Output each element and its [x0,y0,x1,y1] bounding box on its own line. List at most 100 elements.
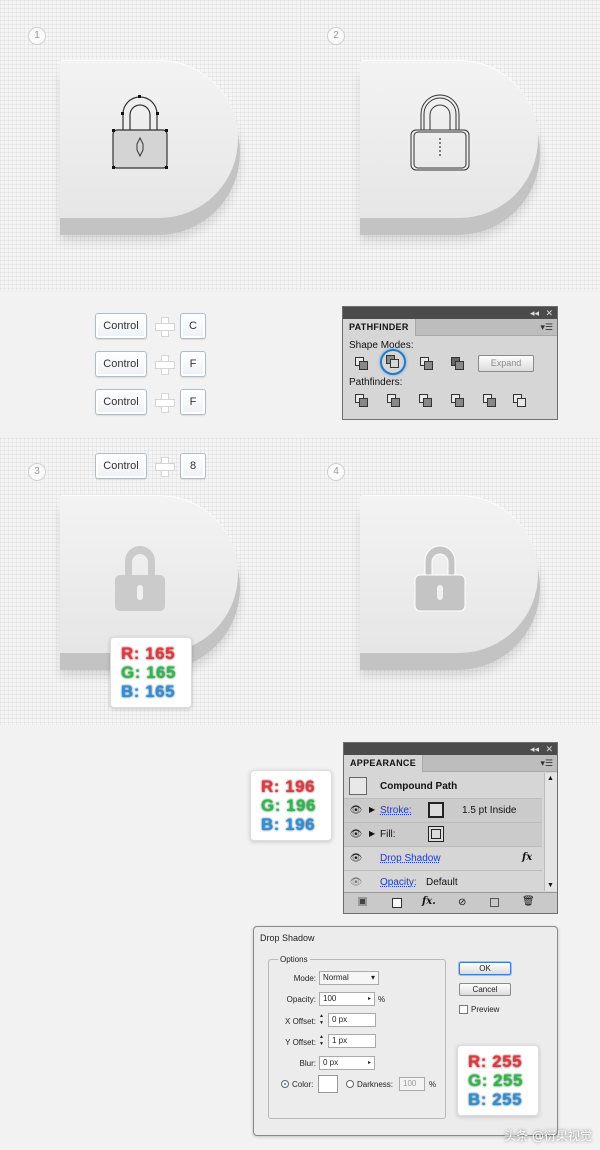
new-art-icon[interactable] [358,897,367,906]
intersect-icon[interactable] [420,357,434,371]
darkness-field[interactable]: 100 [399,1077,425,1091]
color-swatch-196: R: 196 G: 196 B: 196 [250,770,332,841]
opacity-label[interactable]: Opacity: [380,877,417,888]
object-thumbnail [349,777,367,795]
exclude-icon[interactable] [451,357,465,371]
disclosure-triangle-icon[interactable]: ▶ [369,829,375,838]
divider [300,0,301,290]
shortcut-f-key: F [180,389,206,415]
color-swatch-255: R: 255 G: 255 B: 255 [457,1045,539,1116]
close-icon[interactable]: ✕ [545,743,553,755]
ok-button[interactable]: OK [459,962,511,975]
y-offset-stepper[interactable]: ▲ ▼ [319,1034,327,1048]
drop-shadow-dialog: Drop Shadow Options Mode: Normal ▾ Opacit… [253,926,558,1136]
trash-icon[interactable]: 🗑 [522,896,535,907]
shortcut-control-key: Control [95,389,147,415]
merge-icon[interactable] [419,394,433,408]
minus-front-icon [386,355,400,369]
y-offset-field[interactable]: 1 px [328,1034,376,1048]
trim-icon[interactable] [387,394,401,408]
step-badge-3: 3 [28,463,46,481]
panel-menu-icon[interactable]: ▾☰ [540,322,553,333]
button-shape-step1 [60,60,240,235]
outline-icon[interactable] [483,394,497,408]
step-badge-4: 4 [327,463,345,481]
panel-menu-icon[interactable]: ▾☰ [540,758,553,769]
darkness-unit: % [429,1080,437,1089]
darkness-label: Darkness: [357,1080,394,1089]
green-value: G: 255 [468,1071,523,1090]
collapse-icon[interactable]: ◂◂ [530,743,539,755]
appearance-panel: ◂◂ ✕ APPEARANCE ▾☰ Compound Path 👁 ▶ Stro… [343,742,558,914]
preview-checkbox[interactable] [459,1005,468,1014]
fx-icon[interactable]: fx [522,852,532,863]
appearance-row-stroke[interactable]: 👁 ▶ Stroke: 1.5 pt Inside [344,799,542,823]
x-offset-field[interactable]: 0 px [328,1013,376,1027]
mode-select[interactable]: Normal ▾ [319,971,379,985]
shape-modes-label: Shape Modes: [349,340,414,351]
lock-outline-icon [112,95,168,169]
drop-shadow-label[interactable]: Drop Shadow [380,853,441,864]
plus-icon [155,317,175,337]
clear-appearance-icon[interactable]: ⊘ [458,897,466,908]
shortcut-f-key: F [180,351,206,377]
lock-icon [115,546,165,611]
expand-button[interactable]: Expand [478,355,534,372]
mode-label: Mode: [293,974,316,983]
opacity-label: Opacity: [286,995,316,1004]
green-value: G: 165 [121,663,176,682]
visibility-eye-icon[interactable]: 👁 [348,875,364,891]
plus-icon [155,355,175,375]
appearance-footer: fx. ⊘ 🗑 [344,892,557,913]
blur-field[interactable]: 0 px ▸ [319,1056,375,1070]
fx-menu-icon[interactable]: fx. [422,896,436,907]
blue-value: B: 255 [468,1090,523,1109]
color-swatch[interactable] [318,1075,338,1093]
appearance-row-drop-shadow[interactable]: 👁 Drop Shadow fx [344,847,542,871]
duplicate-item-icon[interactable] [490,898,499,907]
plus-icon [155,457,175,477]
close-icon[interactable]: ✕ [545,307,553,319]
step-badge-2: 2 [327,27,345,45]
x-offset-label: X Offset: [285,1017,316,1026]
color-radio[interactable] [281,1080,289,1088]
red-value: R: 255 [468,1052,523,1071]
collapse-icon[interactable]: ◂◂ [530,307,539,319]
cancel-button[interactable]: Cancel [459,983,511,996]
stroke-swatch[interactable] [428,802,444,818]
opacity-unit: % [378,995,386,1004]
appearance-object-row[interactable]: Compound Path [344,775,542,799]
plus-icon [155,393,175,413]
tab-appearance[interactable]: APPEARANCE [344,755,424,772]
appearance-row-fill[interactable]: 👁 ▶ Fill: [344,823,542,847]
visibility-eye-icon[interactable]: 👁 [348,851,364,867]
color-swatch-165: R: 165 G: 165 B: 165 [110,637,192,708]
disclosure-triangle-icon[interactable]: ▶ [369,805,375,814]
unite-icon[interactable] [355,357,369,371]
crop-icon[interactable] [451,394,465,408]
divide-icon[interactable] [355,394,369,408]
x-offset-stepper[interactable]: ▲ ▼ [319,1013,327,1027]
opacity-field[interactable]: 100 ▸ [319,992,375,1006]
red-value: R: 196 [261,777,316,796]
button-shape-step4 [360,495,540,670]
shortcut-control-key: Control [95,453,147,479]
visibility-eye-icon[interactable]: 👁 [348,827,364,843]
lock-icon [414,545,466,612]
minus-back-icon[interactable] [513,394,527,408]
divider [300,438,301,726]
tab-pathfinder[interactable]: PATHFINDER [343,319,416,336]
fill-label[interactable]: Fill: [380,829,396,840]
fill-swatch[interactable] [428,826,444,842]
visibility-eye-icon[interactable]: 👁 [348,803,364,819]
shortcut-control-key: Control [95,351,147,377]
button-shape-step2 [360,60,540,235]
opacity-value: Default [426,877,458,888]
options-label: Options [278,955,310,964]
shortcut-c-key: C [180,313,206,339]
stroke-value: 1.5 pt Inside [462,805,517,816]
stroke-label[interactable]: Stroke: [380,805,412,816]
add-stroke-icon[interactable] [392,898,402,908]
scrollbar[interactable]: ▲ ▼ [544,773,557,891]
darkness-radio[interactable] [346,1080,354,1088]
